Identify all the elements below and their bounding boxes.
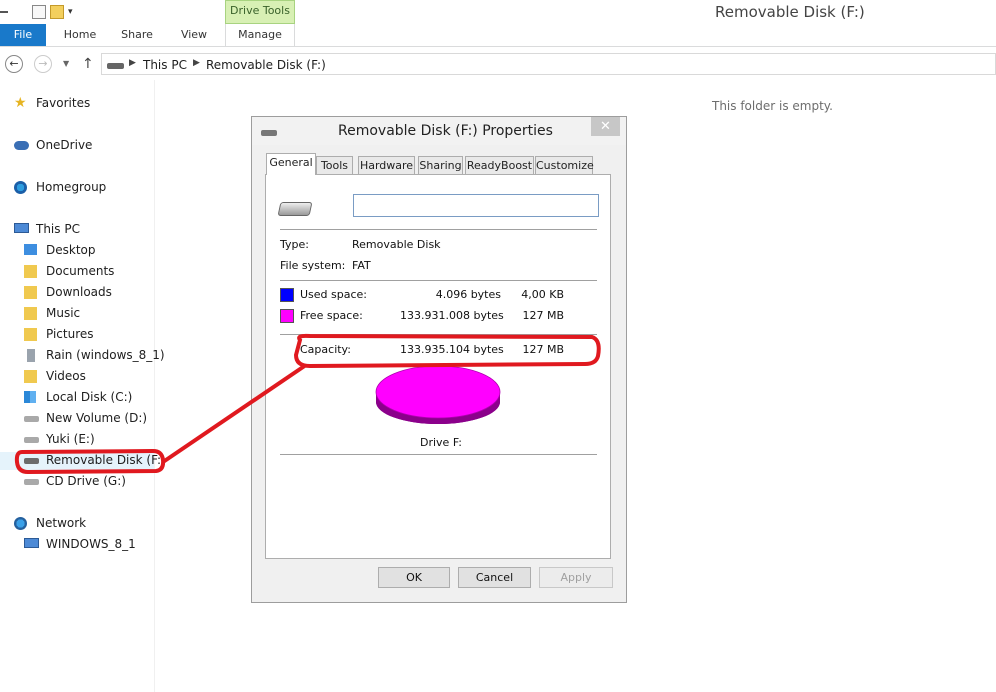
type-label: Type: [280, 238, 309, 251]
tab-tools[interactable]: Tools [316, 156, 353, 174]
tab-readyboost[interactable]: ReadyBoost [465, 156, 534, 174]
quick-access-toolbar: ▾ [0, 2, 73, 22]
cancel-button[interactable]: Cancel [458, 567, 531, 588]
file-system-value: FAT [352, 259, 371, 272]
computer-icon [14, 223, 29, 233]
homegroup-icon [14, 181, 27, 194]
free-space-bytes: 133.931.008 bytes [400, 309, 504, 322]
chevron-right-icon[interactable]: ▶ [129, 58, 136, 68]
disk-usage-pie [375, 365, 501, 424]
folder-icon [24, 286, 37, 299]
divider [280, 454, 597, 455]
tab-sharing[interactable]: Sharing [418, 156, 463, 174]
empty-folder-message: This folder is empty. [712, 99, 833, 113]
divider [280, 334, 597, 335]
used-space-bytes: 4.096 bytes [435, 288, 501, 301]
apply-button[interactable]: Apply [539, 567, 613, 588]
dialog-title: Removable Disk (F:) Properties [338, 123, 553, 139]
capacity-label: Capacity: [300, 343, 351, 356]
volume-label-input[interactable] [353, 194, 599, 217]
drive-icon [261, 130, 277, 136]
network-drive-icon [27, 349, 35, 362]
properties-icon[interactable] [32, 5, 46, 19]
file-system-label: File system: [280, 259, 346, 272]
tab-hardware[interactable]: Hardware [358, 156, 415, 174]
drive-tools-context-label: Drive Tools [225, 0, 295, 24]
recent-locations-button[interactable]: ▼ [63, 59, 69, 68]
usb-drive-icon [24, 458, 39, 464]
star-icon: ★ [14, 95, 27, 111]
new-folder-icon[interactable] [50, 5, 64, 19]
cloud-icon [14, 141, 29, 150]
capacity-bytes: 133.935.104 bytes [400, 343, 504, 356]
free-space-size: 127 MB [522, 309, 564, 322]
window-title: Removable Disk (F:) [715, 3, 865, 21]
tab-customize[interactable]: Customize [535, 156, 594, 174]
breadcrumb-removable-disk[interactable]: Removable Disk (F:) [206, 58, 326, 72]
arrow-right-icon: → [38, 57, 48, 70]
close-button[interactable]: ✕ [591, 117, 620, 136]
chevron-right-icon[interactable]: ▶ [193, 58, 200, 68]
breadcrumb-this-pc[interactable]: This PC [143, 58, 187, 72]
close-icon: ✕ [600, 119, 611, 134]
divider [280, 280, 597, 281]
drive-caption: Drive F: [420, 436, 463, 449]
drive-icon [24, 416, 39, 422]
ok-button[interactable]: OK [378, 567, 450, 588]
up-button[interactable]: ↑ [82, 56, 94, 72]
computer-icon [24, 538, 39, 548]
divider [280, 229, 597, 230]
drive-icon [24, 437, 39, 443]
capacity-size: 127 MB [522, 343, 564, 356]
free-space-label: Free space: [300, 309, 363, 322]
free-space-swatch [280, 309, 294, 323]
tab-general[interactable]: General [266, 153, 316, 175]
tab-share[interactable]: Share [115, 24, 159, 46]
used-space-label: Used space: [300, 288, 368, 301]
arrow-left-icon: ← [9, 57, 19, 70]
folder-icon [24, 265, 37, 278]
pie-top [375, 365, 501, 419]
tab-home[interactable]: Home [58, 24, 102, 46]
network-icon [14, 517, 27, 530]
forward-button[interactable]: → [34, 55, 52, 73]
used-space-size: 4,00 KB [521, 288, 564, 301]
chevron-down-icon: ▼ [63, 59, 70, 68]
back-button[interactable]: ← [5, 55, 23, 73]
drive-icon [107, 63, 124, 69]
folder-icon [24, 307, 37, 320]
tab-file[interactable]: File [0, 24, 46, 46]
type-value: Removable Disk [352, 238, 441, 251]
tab-view[interactable]: View [172, 24, 216, 46]
tab-manage[interactable]: Manage [225, 24, 295, 46]
usb-drive-icon [277, 202, 313, 216]
folder-icon [24, 370, 37, 383]
customize-toolbar-icon[interactable]: ▾ [68, 7, 73, 17]
minus-icon[interactable] [0, 11, 8, 13]
used-space-swatch [280, 288, 294, 302]
folder-icon [24, 328, 37, 341]
cd-drive-icon [24, 479, 39, 485]
navigation-pane [0, 80, 155, 692]
desktop-folder-icon [24, 244, 37, 255]
arrow-up-icon: ↑ [82, 56, 94, 72]
windows-drive-icon [24, 391, 36, 403]
